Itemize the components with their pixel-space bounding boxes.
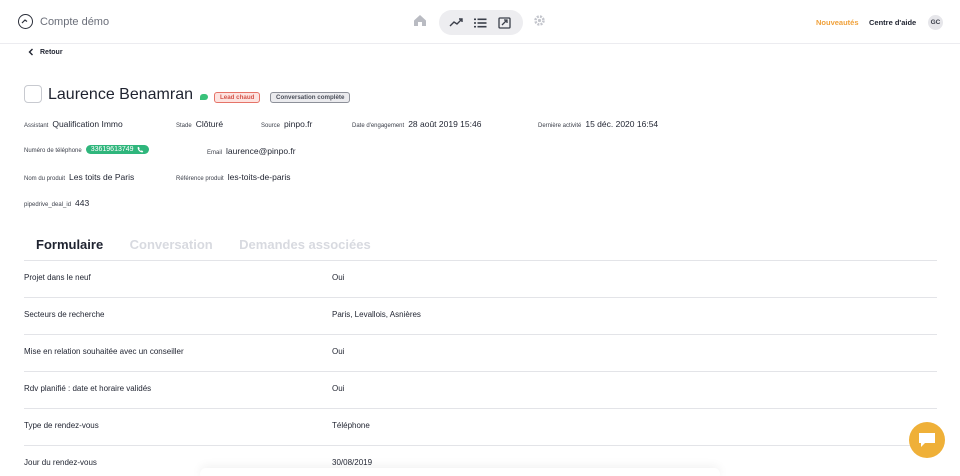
row-question: Rdv planifié : date et horaire validés — [24, 384, 152, 393]
contact-name: Laurence Benamran — [48, 86, 193, 103]
chat-widget-button[interactable] — [909, 422, 945, 458]
phone-pill[interactable]: 33619613749 — [85, 145, 149, 154]
product-ref-value: les-toits-de-paris — [227, 172, 291, 182]
dashboard-logo-icon[interactable] — [18, 14, 33, 29]
last-activity-field: Dernière activité 15 déc. 2020 16:54 — [538, 119, 658, 129]
lead-status-badge: Lead chaud — [214, 92, 261, 103]
engagement-date-field: Date d'engagement 28 août 2019 15:46 — [352, 119, 481, 129]
phone-key: Numéro de téléphone — [24, 148, 82, 154]
tab-bar: Formulaire Conversation Demandes associé… — [36, 236, 393, 254]
list-view-icon[interactable] — [474, 16, 487, 34]
settings-gear-icon[interactable] — [533, 14, 546, 32]
account-name[interactable]: Compte démo — [40, 16, 109, 28]
conversation-status-badge: Conversation complète — [270, 92, 351, 103]
row-question: Jour du rendez-vous — [24, 458, 97, 467]
bottom-shadow — [200, 468, 720, 476]
row-question: Mise en relation souhaitée avec un conse… — [24, 347, 184, 356]
row-answer: Téléphone — [332, 421, 370, 430]
email-value[interactable]: laurence@pinpo.fr — [226, 146, 296, 156]
row-answer: Paris, Levallois, Asnières — [332, 310, 421, 319]
table-row: Type de rendez-vous Téléphone — [24, 409, 937, 446]
engagement-date-key: Date d'engagement — [352, 123, 405, 129]
product-name-key: Nom du produit — [24, 176, 66, 182]
phone-value: 33619613749 — [90, 146, 134, 153]
assistant-field: Assistant Qualification Immo — [24, 119, 123, 129]
product-name-field: Nom du produit Les toits de Paris — [24, 172, 134, 182]
tab-related-requests[interactable]: Demandes associées — [239, 237, 371, 252]
stage-value: Clôturé — [195, 119, 224, 129]
product-name-value: Les toits de Paris — [69, 172, 135, 182]
pipedrive-deal-value: 443 — [75, 198, 90, 208]
source-field: Source pinpo.fr — [261, 119, 312, 129]
row-answer: 30/08/2019 — [332, 458, 373, 467]
news-link[interactable]: Nouveautés — [816, 18, 859, 27]
top-bar: Compte démo Nouveautés Centre d'aide GC — [0, 0, 960, 44]
view-switcher — [439, 10, 523, 35]
engagement-date-value: 28 août 2019 15:46 — [408, 119, 482, 129]
row-question: Projet dans le neuf — [24, 273, 91, 282]
back-label: Retour — [40, 48, 63, 56]
email-key: Email — [207, 150, 223, 156]
source-key: Source — [261, 123, 281, 129]
chat-bubble-icon — [919, 433, 935, 447]
row-answer: Oui — [332, 347, 345, 356]
export-icon[interactable] — [498, 16, 511, 34]
last-activity-key: Dernière activité — [538, 123, 582, 129]
phone-icon — [137, 146, 143, 153]
table-row: Mise en relation souhaitée avec un conse… — [24, 335, 937, 372]
pipedrive-deal-key: pipedrive_deal_id — [24, 202, 72, 208]
stage-key: Stade — [176, 123, 192, 129]
tab-form[interactable]: Formulaire — [36, 237, 103, 252]
source-value[interactable]: pinpo.fr — [284, 119, 312, 129]
row-question: Secteurs de recherche — [24, 310, 105, 319]
row-question: Type de rendez-vous — [24, 421, 99, 430]
assistant-key: Assistant — [24, 123, 49, 129]
pipedrive-deal-field: pipedrive_deal_id 443 — [24, 198, 89, 208]
email-field: Email laurence@pinpo.fr — [207, 146, 296, 156]
assistant-value: Qualification Immo — [52, 119, 123, 129]
row-answer: Oui — [332, 273, 345, 282]
user-avatar[interactable]: GC — [928, 15, 943, 30]
select-contact-checkbox[interactable] — [24, 85, 42, 103]
help-center-link[interactable]: Centre d'aide — [869, 18, 916, 27]
table-row: Rdv planifié : date et horaire validés O… — [24, 372, 937, 409]
stage-field: Stade Clôturé — [176, 119, 223, 129]
chevron-left-icon — [28, 48, 33, 56]
last-activity-value: 15 déc. 2020 16:54 — [585, 119, 659, 129]
product-ref-key: Référence produit — [176, 176, 224, 182]
home-icon[interactable] — [413, 14, 427, 32]
row-answer: Oui — [332, 384, 345, 393]
phone-field: Numéro de téléphone 33619613749 — [24, 145, 149, 155]
table-row: Projet dans le neuf Oui — [24, 261, 937, 298]
product-ref-field: Référence produit les-toits-de-paris — [176, 172, 291, 182]
trend-chart-icon[interactable] — [449, 16, 463, 34]
table-row: Secteurs de recherche Paris, Levallois, … — [24, 298, 937, 335]
back-button[interactable]: Retour — [28, 48, 63, 56]
tab-conversation[interactable]: Conversation — [130, 237, 213, 252]
chat-bubble-icon — [200, 94, 208, 100]
